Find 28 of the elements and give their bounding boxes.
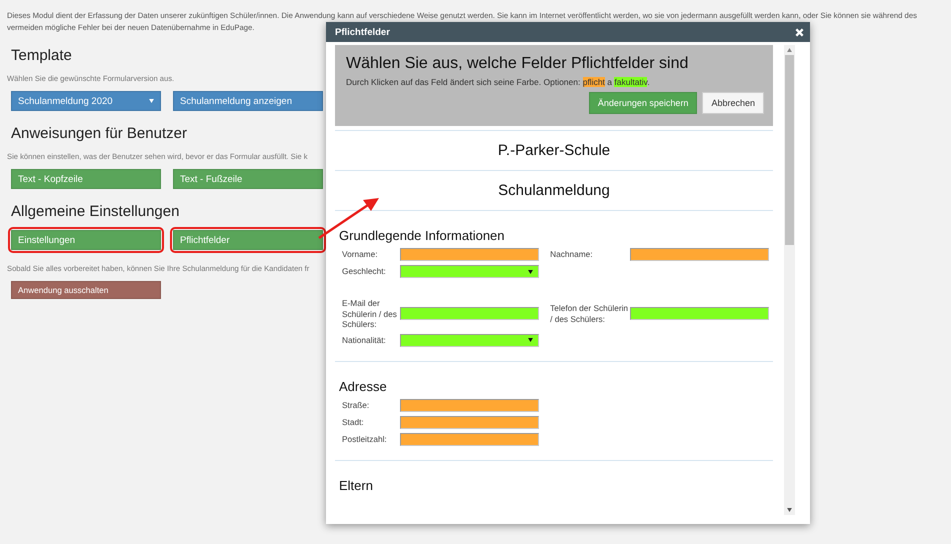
- school-name: P.-Parker-Schule: [335, 130, 773, 170]
- page-button[interactable]: Anwendung ausschalten: [11, 281, 161, 299]
- field-label: Vorname:: [341, 249, 379, 260]
- field-label: Nationalität:: [341, 334, 387, 346]
- panel-heading: Wählen Sie aus, welche Felder Pflichtfelder sind: [346, 55, 690, 73]
- section-heading: Template: [11, 47, 73, 64]
- page-button[interactable]: Pflichtfelder: [173, 230, 323, 250]
- section-heading: Allgemeine Einstellungen: [11, 203, 180, 220]
- page-button[interactable]: Text - Fußzeile: [173, 169, 323, 189]
- field-label: Straße:: [341, 400, 370, 410]
- form-title: Schulanmeldung: [335, 170, 773, 210]
- save-button[interactable]: Änderungen speichern: [588, 92, 698, 114]
- field-label: Nachname:: [549, 249, 594, 260]
- page-button[interactable]: Einstellungen: [11, 230, 161, 250]
- section-heading: Adresse: [339, 378, 388, 394]
- page-button[interactable]: Text - Kopfzeile: [11, 169, 161, 189]
- page-button[interactable]: Schulanmeldung anzeigen: [173, 91, 323, 111]
- field-label: Postleitzahl:: [341, 434, 388, 444]
- dialog-title: Pflichtfelder: [335, 26, 390, 38]
- cancel-button[interactable]: Abbrechen: [702, 92, 764, 114]
- version-dropdown[interactable]: Schulanmeldung 2020: [11, 91, 161, 111]
- section-heading: Grundlegende Informationen: [339, 228, 506, 243]
- field-label: Geschlecht:: [341, 266, 387, 277]
- field-label: E-Mail der Schülerin / des Schülers:: [341, 298, 398, 330]
- field-label: Telefon der Schülerin / des Schülers:: [549, 303, 630, 324]
- section-heading: Anweisungen für Benutzer: [11, 125, 188, 142]
- section-heading: Eltern: [339, 478, 374, 492]
- field-label: Stadt:: [341, 416, 365, 428]
